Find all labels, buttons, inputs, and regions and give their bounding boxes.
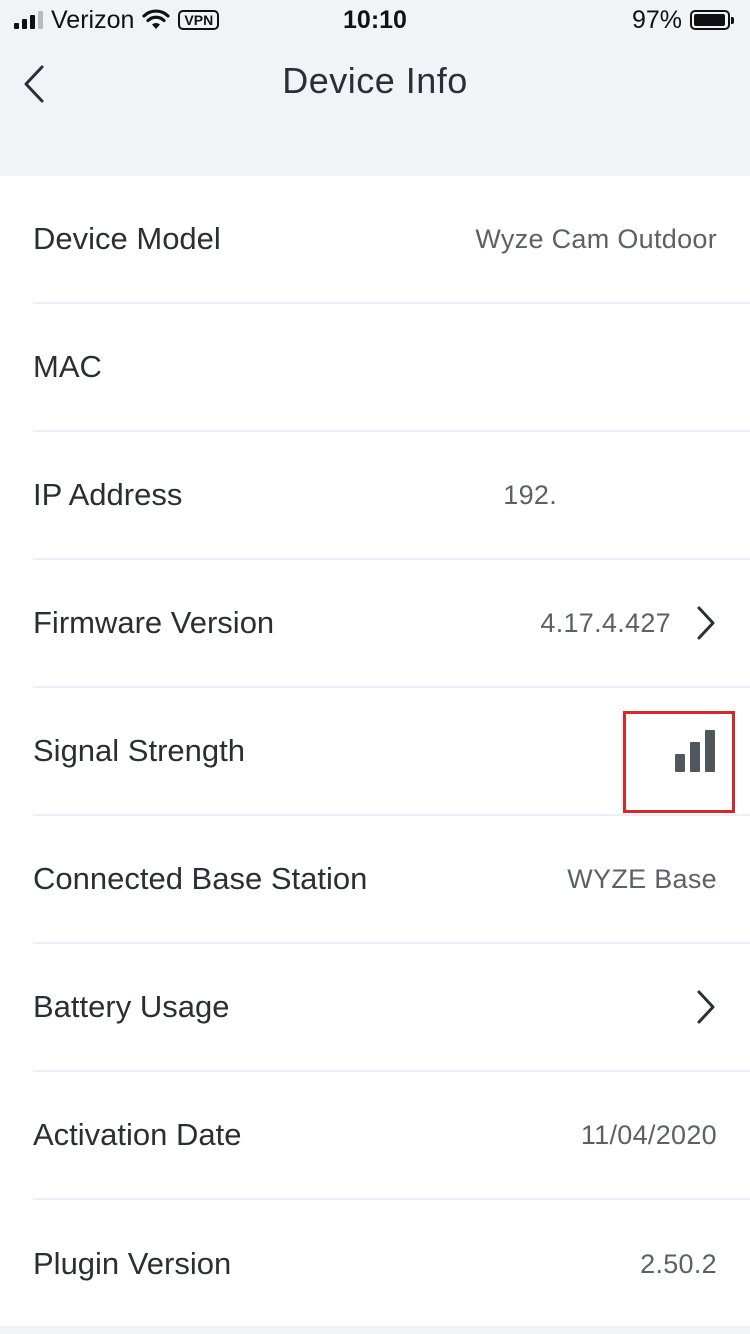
row-label: IP Address bbox=[33, 477, 183, 512]
redacted-ip bbox=[557, 482, 717, 508]
activation-date-value: 11/04/2020 bbox=[580, 1119, 717, 1150]
battery-icon bbox=[690, 10, 734, 30]
firmware-version-value: 4.17.4.427 bbox=[540, 607, 671, 638]
row-mac: MAC bbox=[33, 304, 750, 432]
row-battery-usage[interactable]: Battery Usage bbox=[33, 944, 750, 1072]
device-info-list: Device Model Wyze Cam Outdoor MAC IP Add… bbox=[0, 176, 750, 1326]
bottom-strip bbox=[0, 1326, 750, 1334]
ip-address-value: 192. bbox=[503, 479, 557, 510]
row-label: Firmware Version bbox=[33, 605, 275, 640]
status-bar: Verizon VPN 10:10 97% bbox=[0, 0, 750, 40]
chevron-right-icon bbox=[695, 605, 717, 641]
highlight-box bbox=[623, 711, 735, 813]
carrier-name: Verizon bbox=[51, 5, 135, 34]
row-label: MAC bbox=[33, 349, 102, 384]
row-device-model: Device Model Wyze Cam Outdoor bbox=[33, 176, 750, 304]
page-title: Device Info bbox=[282, 60, 468, 101]
row-ip-address: IP Address 192. bbox=[33, 432, 750, 560]
vpn-badge: VPN bbox=[178, 10, 220, 30]
row-connected-base-station: Connected Base Station WYZE Base bbox=[33, 816, 750, 944]
battery-percent: 97% bbox=[631, 5, 682, 34]
navigation-bar: Device Info bbox=[0, 40, 750, 176]
base-station-value: WYZE Base bbox=[567, 863, 717, 894]
chevron-right-icon bbox=[695, 989, 717, 1025]
cellular-signal-icon bbox=[14, 11, 43, 29]
status-left: Verizon VPN bbox=[14, 5, 220, 35]
row-firmware-version[interactable]: Firmware Version 4.17.4.427 bbox=[33, 560, 750, 688]
row-activation-date: Activation Date 11/04/2020 bbox=[33, 1072, 750, 1200]
row-label: Device Model bbox=[33, 221, 221, 256]
wifi-icon bbox=[142, 9, 170, 29]
row-label: Activation Date bbox=[33, 1117, 242, 1152]
row-signal-strength: Signal Strength bbox=[33, 688, 750, 816]
row-plugin-version: Plugin Version 2.50.2 bbox=[33, 1200, 750, 1328]
row-label: Connected Base Station bbox=[33, 861, 368, 896]
row-label: Battery Usage bbox=[33, 989, 230, 1024]
status-right: 97% bbox=[631, 5, 734, 35]
redacted-mac bbox=[507, 354, 717, 380]
row-label: Signal Strength bbox=[33, 733, 245, 768]
row-label: Plugin Version bbox=[33, 1246, 232, 1281]
device-model-value: Wyze Cam Outdoor bbox=[475, 223, 717, 254]
plugin-version-value: 2.50.2 bbox=[640, 1248, 717, 1279]
